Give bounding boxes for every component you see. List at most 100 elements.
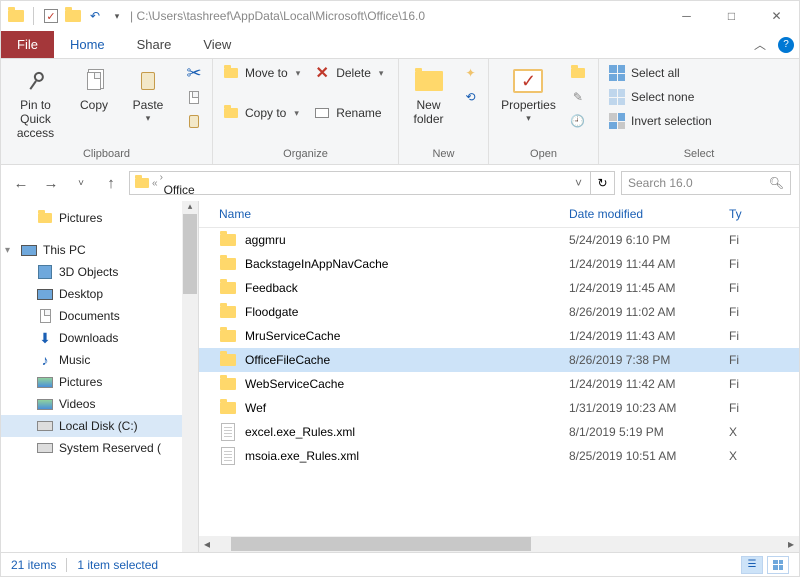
file-row[interactable]: WebServiceCache1/24/2019 11:42 AMFi <box>199 372 799 396</box>
navigation-tree[interactable]: Pictures ▾This PC3D ObjectsDesktopDocumen… <box>1 201 199 552</box>
delete-button[interactable]: ✕Delete▾ <box>310 63 387 83</box>
paste-shortcut-button[interactable] <box>182 111 206 131</box>
breadcrumb-segment[interactable]: Office <box>160 183 217 195</box>
group-open: ✓ Properties ▾ ✎ 🕘 Open <box>489 59 599 164</box>
file-date: 8/26/2019 11:02 AM <box>569 305 729 319</box>
back-button[interactable]: ← <box>9 171 33 195</box>
pic-icon <box>37 374 53 390</box>
copy-to-button[interactable]: Copy to▾ <box>219 103 304 123</box>
tree-item[interactable]: Pictures <box>1 207 198 229</box>
invert-selection-button[interactable]: Invert selection <box>605 111 716 131</box>
rename-button[interactable]: Rename <box>310 103 387 123</box>
select-none-button[interactable]: Select none <box>605 87 716 107</box>
collapse-ribbon-icon[interactable]: ︿ <box>747 31 773 58</box>
new-folder-button[interactable]: New folder <box>405 63 453 129</box>
tree-item-label: Videos <box>59 397 95 411</box>
pic-icon <box>37 396 53 412</box>
paste-button[interactable]: Paste ▾ <box>124 63 172 126</box>
recent-locations-button[interactable]: ˅ <box>69 171 93 195</box>
breadcrumb[interactable]: « Local›Microsoft›Office›16.0› ˅ <box>129 171 591 195</box>
file-name: excel.exe_Rules.xml <box>245 425 569 439</box>
tree-item[interactable]: ⬇Downloads <box>1 327 198 349</box>
file-row[interactable]: Floodgate8/26/2019 11:02 AMFi <box>199 300 799 324</box>
file-row[interactable]: Wef1/31/2019 10:23 AMFi <box>199 396 799 420</box>
tab-share[interactable]: Share <box>121 31 188 58</box>
details-view-button[interactable]: ☰ <box>741 556 763 574</box>
chevron-right-icon[interactable]: › <box>160 172 163 183</box>
monitor-icon <box>37 286 53 302</box>
file-row[interactable]: msoia.exe_Rules.xml8/25/2019 10:51 AMX <box>199 444 799 468</box>
refresh-button[interactable]: ↻ <box>591 171 615 195</box>
open-button[interactable] <box>566 63 590 83</box>
tree-item[interactable]: Desktop <box>1 283 198 305</box>
scrollbar-thumb[interactable] <box>183 214 197 294</box>
column-name[interactable]: Name <box>219 207 569 221</box>
file-row[interactable]: OfficeFileCache8/26/2019 7:38 PMFi <box>199 348 799 372</box>
pin-to-quick-access-button[interactable]: Pin to Quick access <box>7 63 64 142</box>
column-date[interactable]: Date modified <box>569 207 729 221</box>
scroll-left-icon[interactable]: ◂ <box>199 537 215 551</box>
chevron-down-icon: ▾ <box>296 68 301 79</box>
properties-button[interactable]: ✓ Properties ▾ <box>497 63 560 126</box>
thumbnails-view-button[interactable] <box>767 556 789 574</box>
tree-item[interactable]: ▾This PC <box>1 239 198 261</box>
file-row[interactable]: Feedback1/24/2019 11:45 AMFi <box>199 276 799 300</box>
scrollbar-thumb[interactable] <box>231 537 531 551</box>
invert-selection-icon <box>609 113 625 129</box>
search-input[interactable]: Search 16.0 🔍︎ <box>621 171 791 195</box>
tab-file[interactable]: File <box>1 31 54 58</box>
up-button[interactable]: ↑ <box>99 171 123 195</box>
horizontal-scrollbar[interactable]: ◂ ▸ <box>199 536 799 552</box>
file-type: Fi <box>729 257 799 271</box>
close-button[interactable]: ✕ <box>754 1 799 31</box>
chevron-left-icon[interactable]: « <box>152 178 158 189</box>
file-row[interactable]: MruServiceCache1/24/2019 11:43 AMFi <box>199 324 799 348</box>
newfolder-qat-icon[interactable] <box>64 7 82 25</box>
column-type[interactable]: Ty <box>729 207 799 221</box>
chevron-down-icon: ▾ <box>146 113 151 124</box>
tree-item[interactable]: Documents <box>1 305 198 327</box>
scroll-right-icon[interactable]: ▸ <box>783 537 799 551</box>
file-type: Fi <box>729 281 799 295</box>
tree-item[interactable]: Videos <box>1 393 198 415</box>
file-date: 1/31/2019 10:23 AM <box>569 401 729 415</box>
file-type: Fi <box>729 329 799 343</box>
cut-button[interactable]: ✂ <box>182 63 206 83</box>
tree-item[interactable]: 3D Objects <box>1 261 198 283</box>
group-label-organize: Organize <box>219 146 392 164</box>
column-headers[interactable]: Name Date modified Ty <box>199 201 799 228</box>
tree-item[interactable]: Local Disk (C:) <box>1 415 198 437</box>
tab-home[interactable]: Home <box>54 31 121 58</box>
edit-button[interactable]: ✎ <box>566 87 590 107</box>
move-to-button[interactable]: Move to▾ <box>219 63 304 83</box>
chevron-down-icon[interactable]: ▾ <box>5 245 15 256</box>
tree-item[interactable]: ♪Music <box>1 349 198 371</box>
search-placeholder: Search 16.0 <box>628 176 693 190</box>
tree-scrollbar[interactable]: ▴ <box>182 201 198 552</box>
check-icon: ✓ <box>513 69 543 93</box>
copy-path-button[interactable] <box>182 87 206 107</box>
qat-customize-icon[interactable]: ▾ <box>108 7 126 25</box>
chevron-down-icon[interactable]: ˅ <box>571 176 586 190</box>
copy-path-icon <box>186 89 202 105</box>
tree-item[interactable]: Pictures <box>1 371 198 393</box>
maximize-button[interactable]: □ <box>709 1 754 31</box>
select-all-button[interactable]: Select all <box>605 63 716 83</box>
doc-icon <box>37 308 53 324</box>
help-icon[interactable]: ? <box>773 31 799 58</box>
file-row[interactable]: excel.exe_Rules.xml8/1/2019 5:19 PMX <box>199 420 799 444</box>
file-row[interactable]: BackstageInAppNavCache1/24/2019 11:44 AM… <box>199 252 799 276</box>
copy-button[interactable]: Copy <box>70 63 118 115</box>
tree-item[interactable]: System Reserved ( <box>1 437 198 459</box>
properties-qat-icon[interactable]: ✓ <box>42 7 60 25</box>
new-item-button[interactable]: ✦ <box>459 63 483 83</box>
history-button[interactable]: 🕘 <box>566 111 590 131</box>
file-row[interactable]: aggmru5/24/2019 6:10 PMFi <box>199 228 799 252</box>
open-icon <box>570 65 586 81</box>
forward-button[interactable]: → <box>39 171 63 195</box>
tab-view[interactable]: View <box>187 31 247 58</box>
minimize-button[interactable]: ─ <box>664 1 709 31</box>
easy-access-button[interactable]: ⟲ <box>459 87 483 107</box>
undo-qat-icon[interactable]: ↶ <box>86 7 104 25</box>
paste-shortcut-icon <box>186 113 202 129</box>
